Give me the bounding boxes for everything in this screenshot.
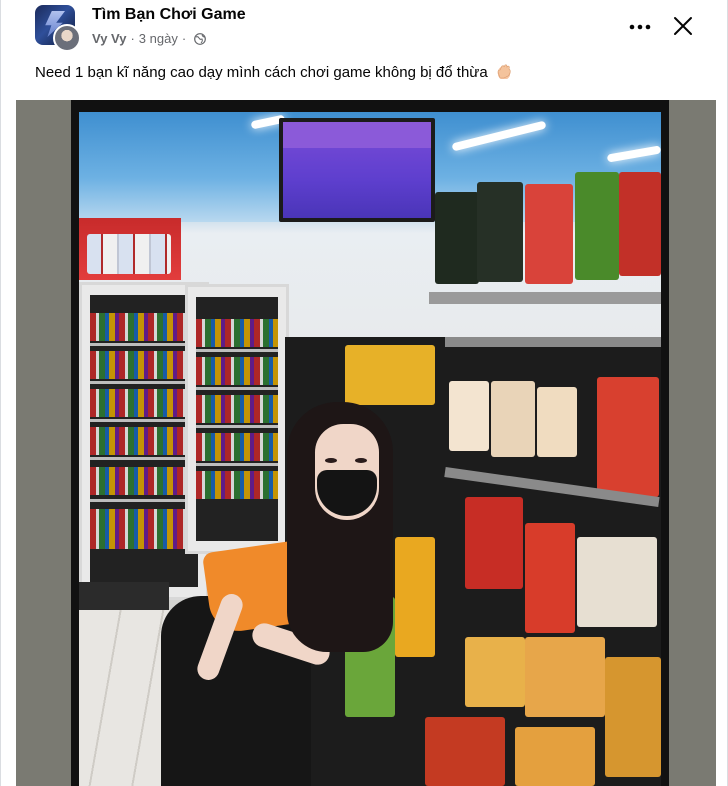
drink-banner	[79, 218, 181, 280]
meta-separator: ·	[130, 31, 135, 46]
globe-icon	[194, 32, 207, 45]
post-message: Need 1 bạn kĩ năng cao dạy mình cách chơ…	[35, 64, 488, 81]
author-name-link[interactable]: Vy Vy	[92, 31, 126, 46]
more-options-button[interactable]	[623, 10, 657, 44]
close-icon	[674, 17, 692, 35]
post-header: Tìm Bạn Chơi Game Vy Vy · 3 ngày ·	[1, 0, 728, 60]
praying-hand-icon	[495, 64, 512, 79]
photo-content	[79, 112, 661, 786]
group-avatar[interactable]	[35, 5, 83, 52]
group-name-link[interactable]: Tìm Bạn Chơi Game	[92, 6, 246, 24]
more-options-icon	[629, 24, 651, 30]
drink-fridge-right	[185, 284, 289, 554]
author-avatar[interactable]	[53, 24, 81, 52]
close-button[interactable]	[665, 8, 701, 44]
post-photo[interactable]	[71, 100, 669, 786]
top-snack-shelf	[429, 172, 661, 322]
post-text: Need 1 bạn kĩ năng cao dạy mình cách chơ…	[35, 64, 512, 81]
meta-separator-2: ·	[181, 31, 187, 46]
post-timestamp[interactable]: 3 ngày	[139, 31, 178, 46]
post-card: Tìm Bạn Chơi Game Vy Vy · 3 ngày · Need …	[0, 0, 728, 786]
store-tv	[279, 118, 435, 222]
post-meta: Vy Vy · 3 ngày ·	[92, 31, 207, 46]
